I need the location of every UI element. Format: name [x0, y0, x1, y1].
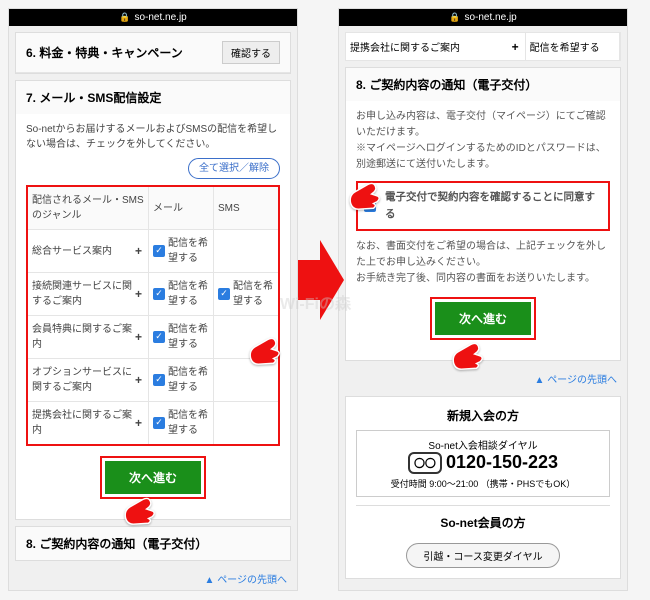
agree-label: 電子交付で契約内容を確認することに同意する — [385, 189, 602, 223]
dial-label: So-net入会相談ダイヤル — [363, 437, 603, 452]
browser-url-bar: 🔒 so-net.ne.jp — [9, 9, 297, 26]
section-6: 6. 料金・特典・キャンペーン 確認する — [15, 32, 291, 74]
pointer-hand-icon — [120, 490, 158, 528]
table-row: オプションサービスに関するご案内+ ✓配信を希望する — [28, 358, 278, 401]
pointer-hand-icon — [448, 335, 486, 373]
checkbox-icon[interactable]: ✓ — [153, 245, 165, 257]
partner-row: 提携会社に関するご案内+ 配信を希望する — [345, 32, 621, 61]
pointer-hand-icon — [345, 175, 383, 213]
page-top-link[interactable]: ▲ ページの先頭へ — [9, 567, 297, 590]
table-row: 接続関連サービスに関するご案内+ ✓配信を希望する ✓配信を希望する — [28, 272, 278, 315]
section-7-desc: So-netからお届けするメールおよびSMSの配信を希望しない場合は、チェックを… — [26, 122, 280, 152]
right-panel: 🔒 so-net.ne.jp 提携会社に関するご案内+ 配信を希望する 8. ご… — [338, 8, 628, 591]
expand-icon[interactable]: + — [133, 371, 144, 389]
section-8-right: 8. ご契約内容の通知（電子交付） お申し込み内容は、電子交付（マイページ）にて… — [345, 67, 621, 361]
pointer-hand-icon — [245, 330, 283, 368]
table-row: 提携会社に関するご案内+ ✓配信を希望する — [28, 401, 278, 444]
section-6-title: 6. 料金・特典・キャンペーン — [26, 44, 183, 61]
checkbox-icon[interactable]: ✓ — [153, 374, 165, 386]
new-member-title: 新規入会の方 — [356, 407, 610, 424]
checkbox-icon[interactable]: ✓ — [153, 288, 165, 300]
expand-icon[interactable]: + — [133, 414, 144, 432]
url-text: so-net.ne.jp — [464, 12, 516, 23]
change-dial-button[interactable]: 引越・コース変更ダイヤル — [406, 543, 559, 568]
lock-icon: 🔒 — [119, 12, 130, 23]
sec8-p1: お申し込み内容は、電子交付（マイページ）にてご確認いただけます。 — [356, 109, 610, 141]
up-triangle-icon: ▲ — [205, 575, 215, 586]
reception-hours: 受付時間 9:00～21:00 （携帯・PHSでもOK） — [363, 477, 603, 490]
expand-icon[interactable]: + — [133, 285, 144, 303]
section-8-title: 8. ご契約内容の通知（電子交付） — [26, 535, 207, 552]
agree-row: ✓ 電子交付で契約内容を確認することに同意する — [356, 181, 610, 231]
expand-icon[interactable]: + — [133, 328, 144, 346]
delivery-table: 配信されるメール・SMSのジャンル メール SMS 総合サービス案内+ ✓配信を… — [26, 185, 280, 446]
sec8-p3: なお、書面交付をご希望の場合は、上記チェックを外した上でお申し込みください。 — [356, 239, 610, 271]
col-mail: メール — [149, 187, 214, 229]
proceed-button[interactable]: 次へ進む — [435, 302, 531, 335]
toggle-all-button[interactable]: 全て選択／解除 — [188, 158, 280, 179]
checkbox-icon[interactable]: ✓ — [153, 331, 165, 343]
lock-icon: 🔒 — [449, 12, 460, 23]
up-triangle-icon: ▲ — [535, 375, 545, 386]
section-7: 7. メール・SMS配信設定 So-netからお届けするメールおよびSMSの配信… — [15, 80, 291, 520]
url-text: so-net.ne.jp — [134, 12, 186, 23]
section-8-title: 8. ご契約内容の通知（電子交付） — [356, 76, 537, 93]
new-member-box: 新規入会の方 So-net入会相談ダイヤル 〇〇 0120-150-223 受付… — [345, 396, 621, 579]
checkbox-icon[interactable]: ✓ — [153, 417, 165, 429]
expand-icon[interactable]: + — [510, 40, 521, 54]
table-row: 総合サービス案内+ ✓配信を希望する — [28, 229, 278, 272]
freedial-icon: 〇〇 — [408, 452, 442, 474]
col-genre: 配信されるメール・SMSのジャンル — [28, 187, 149, 229]
checkbox-icon[interactable]: ✓ — [218, 288, 230, 300]
confirm-button[interactable]: 確認する — [222, 41, 280, 64]
member-title: So-net会員の方 — [356, 505, 610, 531]
col-sms: SMS — [214, 187, 278, 229]
browser-url-bar: 🔒 so-net.ne.jp — [339, 9, 627, 26]
big-arrow-icon — [298, 240, 344, 320]
table-header: 配信されるメール・SMSのジャンル メール SMS — [28, 187, 278, 229]
sec8-p4: お手続き完了後、同内容の書面をお送りいたします。 — [356, 271, 610, 287]
section-7-title: 7. メール・SMS配信設定 — [26, 89, 161, 106]
expand-icon[interactable]: + — [133, 242, 144, 260]
phone-number: 0120-150-223 — [446, 452, 558, 473]
dial-box: So-net入会相談ダイヤル 〇〇 0120-150-223 受付時間 9:00… — [356, 430, 610, 497]
table-row: 会員特典に関するご案内+ ✓配信を希望する — [28, 315, 278, 358]
section-8-left: 8. ご契約内容の通知（電子交付） — [15, 526, 291, 561]
sec8-p2: ※マイページへログインするためのIDとパスワードは、別途郵送にて送付いたします。 — [356, 141, 610, 173]
